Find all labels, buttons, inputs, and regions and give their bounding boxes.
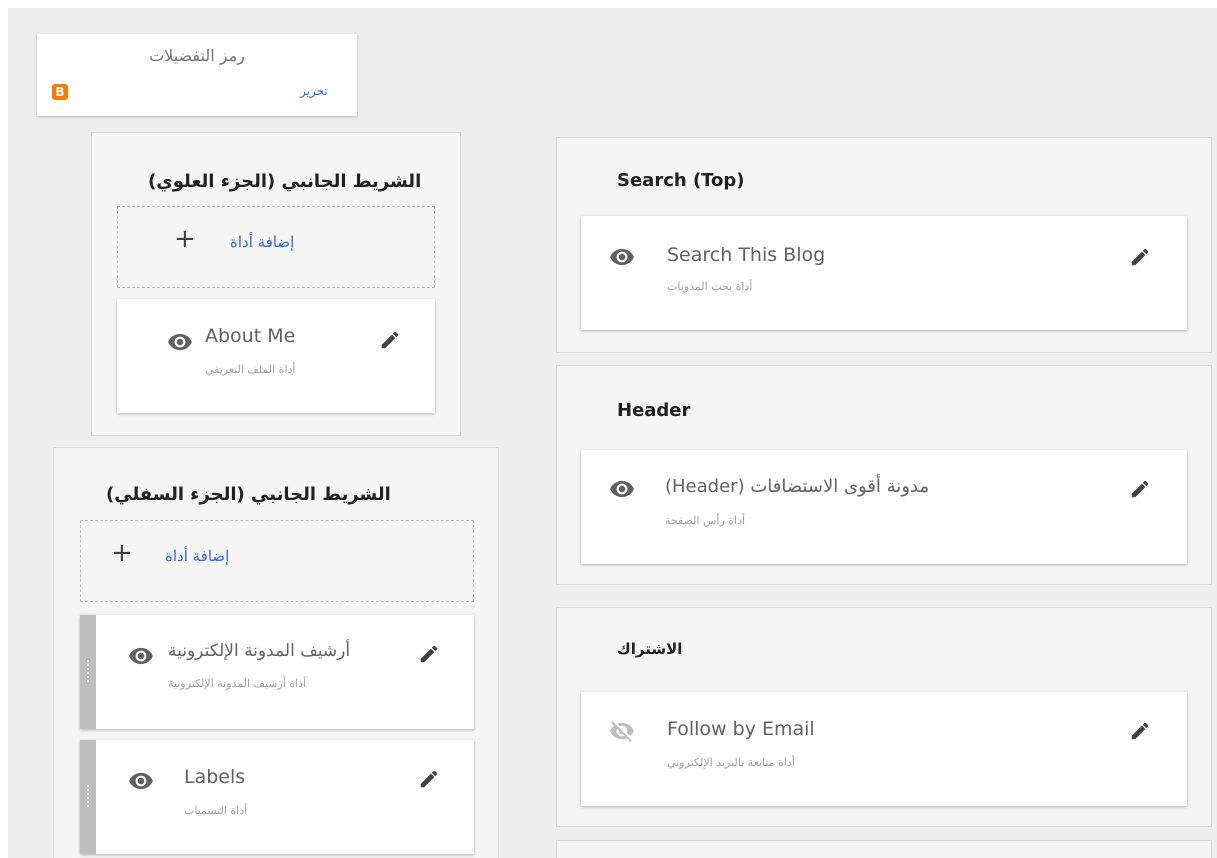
widget-name: (Header) مدونة أقوى الاستضافات (665, 476, 930, 497)
widget-about-me[interactable]: About Me أداة الملف التعريفي (117, 299, 435, 413)
pencil-icon[interactable] (418, 643, 440, 665)
add-widget-button[interactable]: + إضافة أداة (80, 520, 474, 602)
blogger-logo-icon: B (52, 84, 68, 100)
pencil-icon[interactable] (418, 768, 440, 790)
add-widget-label: إضافة أداة (165, 547, 230, 565)
pencil-icon[interactable] (1129, 246, 1151, 268)
widget-name: Labels (184, 766, 246, 788)
drag-dots-icon (87, 785, 89, 809)
next-section-partial (556, 840, 1212, 858)
favicon-edit-link[interactable]: تحرير (300, 84, 328, 98)
eye-icon[interactable] (128, 768, 154, 794)
section-title: الاشتراك (617, 640, 683, 658)
subscribe-section: الاشتراك Follow by Email أداة متابعة بال… (556, 607, 1212, 827)
sidebar-bottom-section: (الشريط الجانبي (الجزء السفلي + إضافة أد… (53, 447, 499, 858)
widget-labels[interactable]: Labels أداة التسميات (80, 740, 474, 854)
drag-handle[interactable] (80, 740, 96, 854)
pencil-icon[interactable] (1129, 720, 1151, 742)
widget-name: أرشيف المدونة الإلكترونية (168, 641, 351, 661)
add-widget-button[interactable]: + إضافة أداة (117, 206, 435, 288)
header-section: Header (Header) مدونة أقوى الاستضافات أد… (556, 365, 1212, 585)
drag-handle[interactable] (80, 615, 96, 729)
widget-subtitle: أداة التسميات (184, 804, 248, 817)
section-title: Header (617, 400, 691, 421)
plus-icon: + (111, 538, 133, 568)
add-widget-label: إضافة أداة (230, 233, 295, 251)
widget-subtitle: أداة رأس الصفحة (665, 514, 746, 527)
section-title: (الشريط الجانبي (الجزء السفلي (106, 484, 391, 505)
favicon-card: رمز التفضيلات B تحرير (37, 34, 357, 116)
widget-subtitle: أداة أرشيف المدونة الإلكترونية (168, 677, 307, 690)
top-strip (0, 0, 1217, 8)
section-title: (الشريط الجانبي (الجزء العلوي (148, 171, 422, 192)
widget-search[interactable]: Search This Blog أداة بحث المدونات (581, 216, 1187, 330)
pencil-icon[interactable] (379, 329, 401, 351)
eye-icon[interactable] (609, 476, 635, 502)
widget-subtitle: أداة متابعة بالبريد الإلكتروني (667, 756, 795, 769)
widget-name: About Me (205, 325, 296, 347)
eye-icon[interactable] (128, 643, 154, 669)
pencil-icon[interactable] (1129, 478, 1151, 500)
widget-follow-by-email[interactable]: Follow by Email أداة متابعة بالبريد الإل… (581, 692, 1187, 806)
widget-subtitle: أداة بحث المدونات (667, 280, 753, 293)
left-gutter (0, 0, 8, 858)
plus-icon: + (174, 224, 196, 254)
widget-name: Follow by Email (667, 718, 815, 740)
widget-header[interactable]: (Header) مدونة أقوى الاستضافات أداة رأس … (581, 450, 1187, 564)
eye-icon[interactable] (167, 329, 193, 355)
drag-dots-icon (87, 660, 89, 684)
favicon-title: رمز التفضيلات (149, 46, 245, 65)
widget-subtitle: أداة الملف التعريفي (205, 363, 296, 376)
search-section: Search (Top) Search This Blog أداة بحث ا… (556, 137, 1212, 353)
section-title: Search (Top) (617, 170, 745, 191)
sidebar-top-section: (الشريط الجانبي (الجزء العلوي + إضافة أد… (91, 132, 461, 436)
widget-blog-archive[interactable]: أرشيف المدونة الإلكترونية أداة أرشيف الم… (80, 615, 474, 729)
eye-icon[interactable] (609, 244, 635, 270)
widget-name: Search This Blog (667, 244, 826, 266)
eye-off-icon[interactable] (609, 718, 635, 744)
